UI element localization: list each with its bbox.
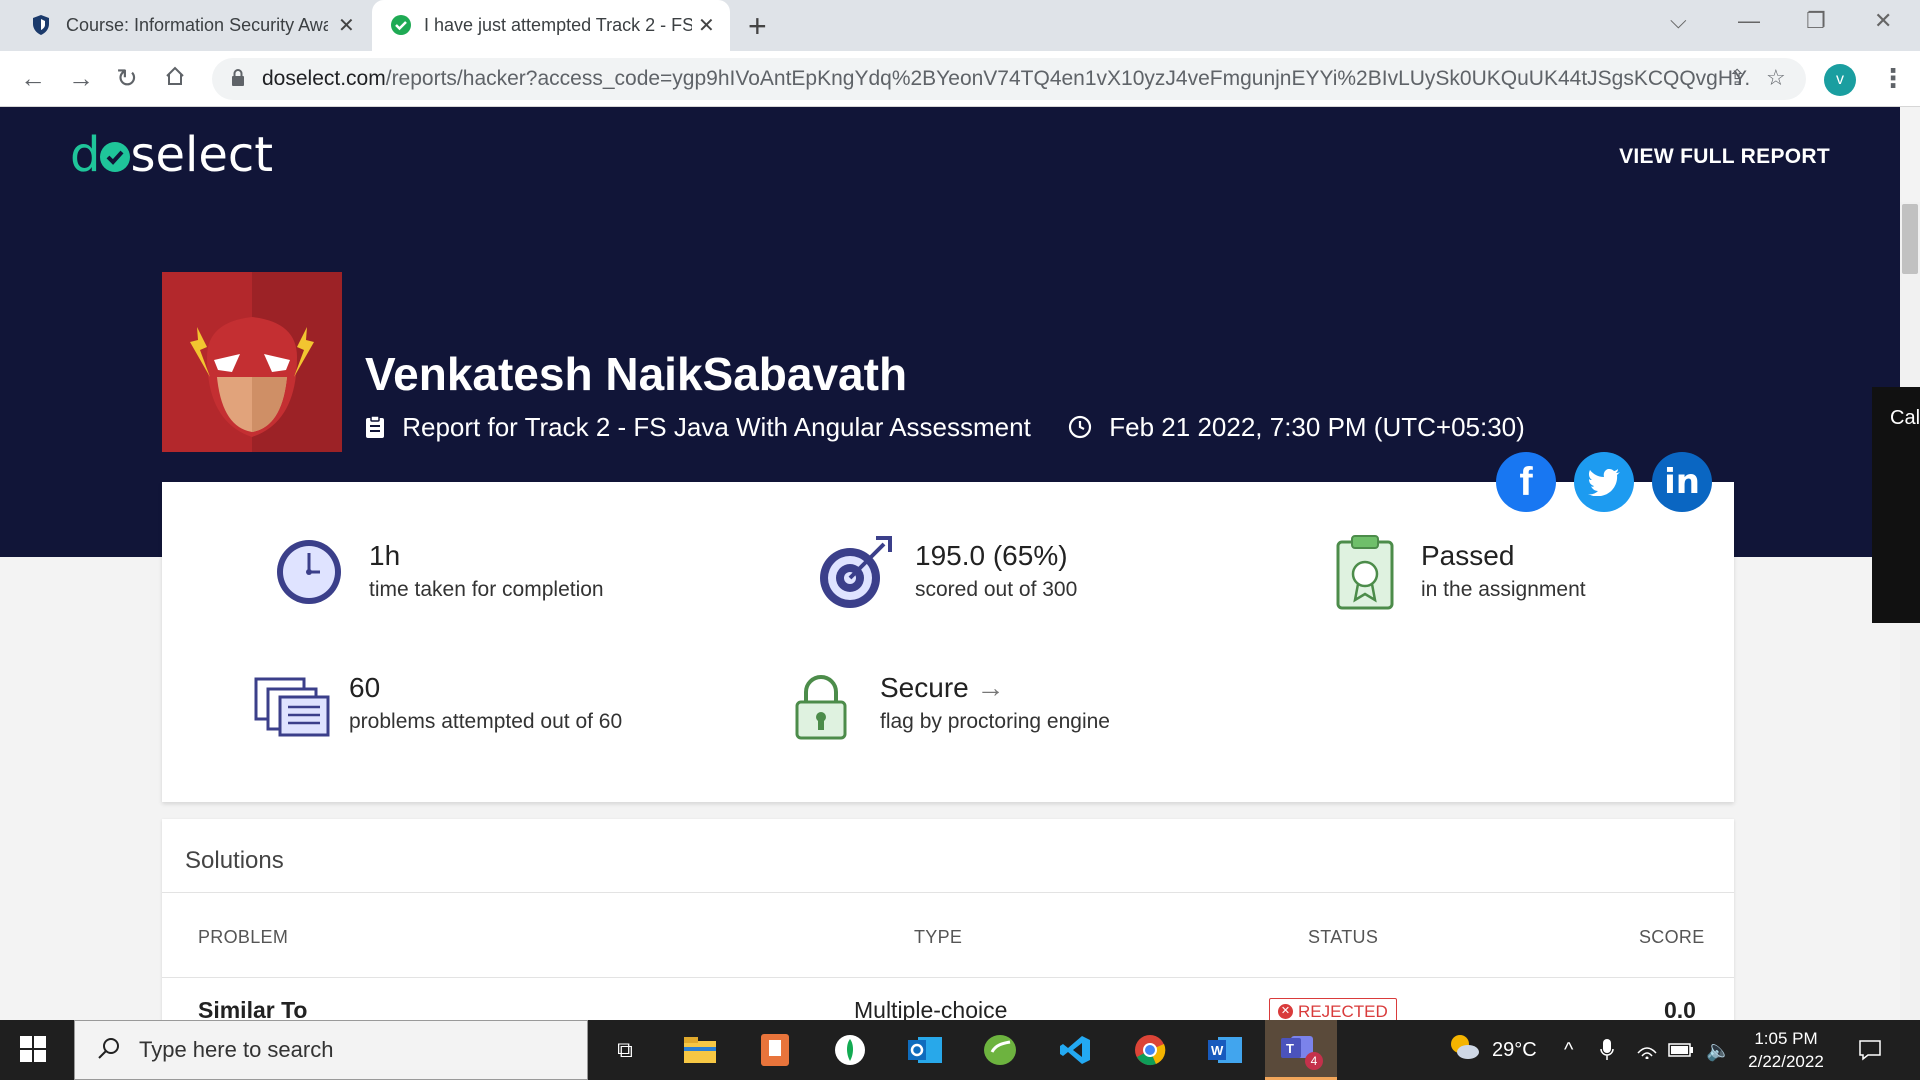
address-bar: ← → ↻ doselect.com/reports/hacker?access… (0, 51, 1920, 107)
menu-dots-icon[interactable]: ⋮ (1880, 63, 1906, 94)
report-datetime: Feb 21 2022, 7:30 PM (UTC+05:30) (1109, 412, 1525, 442)
stat-result: Passed in the assignment (1421, 540, 1586, 601)
arrow-right-icon[interactable]: → (977, 672, 1005, 703)
file-explorer-icon[interactable] (680, 1030, 720, 1070)
forward-icon[interactable]: → (68, 63, 94, 94)
divider (162, 977, 1734, 978)
tab-report[interactable]: I have just attempted Track 2 - FS ✕ (372, 0, 730, 51)
shield-icon (32, 14, 50, 41)
column-header-type: TYPE (914, 927, 963, 947)
scrollbar-thumb[interactable] (1902, 204, 1918, 274)
browser-tab-bar: Course: Information Security Awa ✕ I hav… (0, 0, 1920, 51)
stats-card: 1h time taken for completion 195.0 (65%)… (162, 482, 1734, 802)
volume-icon[interactable]: 🔈 (1706, 1020, 1731, 1080)
battery-icon[interactable] (1668, 1020, 1694, 1080)
home-icon[interactable] (164, 63, 186, 94)
close-icon[interactable]: ✕ (338, 13, 355, 38)
search-icon (97, 1036, 121, 1065)
restore-icon[interactable]: ❐ (1806, 8, 1826, 34)
windows-start-icon[interactable] (20, 1036, 46, 1067)
windows-taskbar: Type here to search ⧉ W T 4 29°C ^ 🔈 1:0… (0, 1020, 1920, 1080)
candidate-name: Venkatesh NaikSabavath (365, 348, 908, 400)
tab-title: Course: Information Security Awa (66, 15, 328, 35)
url-text: doselect.com/reports/hacker?access_code=… (262, 67, 1752, 90)
padlock-icon (794, 672, 848, 747)
x-circle-icon: ✕ (1278, 1004, 1293, 1019)
tab-title: I have just attempted Track 2 - FS (424, 15, 692, 35)
documents-icon (254, 677, 330, 742)
show-hidden-icons-icon[interactable]: ^ (1564, 1020, 1573, 1080)
svg-text:T: T (1286, 1041, 1294, 1056)
office-app-icon[interactable] (755, 1030, 795, 1070)
report-title: Report for Track 2 - FS Java With Angula… (402, 412, 1031, 442)
clock-icon (1068, 412, 1099, 442)
notifications-icon[interactable] (1858, 1020, 1882, 1080)
reload-icon[interactable]: ↻ (116, 63, 138, 94)
view-full-report-link[interactable]: VIEW FULL REPORT (1619, 145, 1830, 169)
twitter-share-button[interactable] (1574, 452, 1634, 512)
vscode-icon[interactable] (1055, 1030, 1095, 1070)
check-circle-icon (390, 14, 412, 41)
word-icon[interactable]: W (1205, 1030, 1245, 1070)
clipboard-icon (365, 412, 392, 442)
solutions-card: Solutions PROBLEM TYPE STATUS SCORE Simi… (162, 819, 1734, 1020)
divider (162, 892, 1734, 893)
minimize-icon[interactable]: — (1738, 8, 1760, 34)
certificate-clipboard-icon (1334, 532, 1396, 617)
column-header-status: STATUS (1308, 927, 1379, 947)
microphone-icon[interactable] (1600, 1020, 1614, 1080)
stat-proctor[interactable]: Secure → flag by proctoring engine (880, 672, 1110, 734)
outlook-icon[interactable] (905, 1030, 945, 1070)
taskbar-search-input[interactable]: Type here to search (74, 1020, 588, 1080)
close-icon[interactable]: ✕ (698, 13, 715, 38)
wifi-icon[interactable] (1636, 1020, 1658, 1080)
column-header-problem: PROBLEM (198, 927, 289, 947)
back-icon[interactable]: ← (20, 63, 46, 94)
svg-text:W: W (1211, 1043, 1224, 1058)
check-o-icon (100, 142, 131, 172)
facebook-share-button[interactable]: f (1496, 452, 1556, 512)
lock-icon[interactable] (230, 68, 246, 93)
report-subline: Report for Track 2 - FS Java With Angula… (365, 412, 1525, 443)
tab-search-icon[interactable]: ⌵ (1670, 8, 1687, 34)
spring-tool-suite-icon[interactable] (980, 1030, 1020, 1070)
teams-app-highlight[interactable]: T 4 (1265, 1020, 1337, 1080)
doselect-logo[interactable]: d select (70, 127, 273, 183)
report-page: d select VIEW FULL REPORT Venkatesh NaikS… (0, 107, 1920, 1020)
profile-avatar-image (162, 272, 342, 452)
notification-badge: 4 (1305, 1052, 1323, 1070)
tab-course[interactable]: Course: Information Security Awa ✕ (0, 0, 372, 51)
system-clock[interactable]: 1:05 PM 2/22/2022 (1730, 1027, 1842, 1073)
stat-problems: 60 problems attempted out of 60 (349, 672, 623, 733)
new-tab-icon[interactable]: + (748, 8, 767, 45)
share-icon[interactable]: ⇪ (1728, 65, 1746, 91)
task-view-icon[interactable]: ⧉ (605, 1030, 645, 1070)
chrome-icon[interactable] (1130, 1030, 1170, 1070)
linkedin-share-button[interactable]: in (1652, 452, 1712, 512)
mongodb-icon[interactable] (830, 1030, 870, 1070)
solutions-title: Solutions (185, 847, 284, 874)
partly-cloudy-icon (1448, 1033, 1480, 1067)
column-header-score: SCORE (1639, 927, 1705, 947)
star-icon[interactable]: ☆ (1766, 65, 1786, 91)
problem-score: 0.0 (1664, 997, 1696, 1020)
stat-score: 195.0 (65%) scored out of 300 (915, 540, 1078, 601)
weather-widget[interactable]: 29°C (1448, 1020, 1537, 1080)
profile-avatar[interactable]: v (1824, 64, 1856, 96)
target-icon (816, 532, 896, 617)
side-widget[interactable]: Cal (1872, 387, 1920, 623)
problem-type: Multiple-choice (854, 997, 1008, 1020)
clock-icon (274, 537, 344, 612)
status-badge: ✕ REJECTED (1269, 998, 1397, 1020)
problem-name[interactable]: Similar To (198, 997, 308, 1020)
url-field[interactable]: doselect.com/reports/hacker?access_code=… (212, 58, 1806, 100)
window-close-icon[interactable]: ✕ (1874, 8, 1892, 34)
stat-time: 1h time taken for completion (369, 540, 604, 601)
